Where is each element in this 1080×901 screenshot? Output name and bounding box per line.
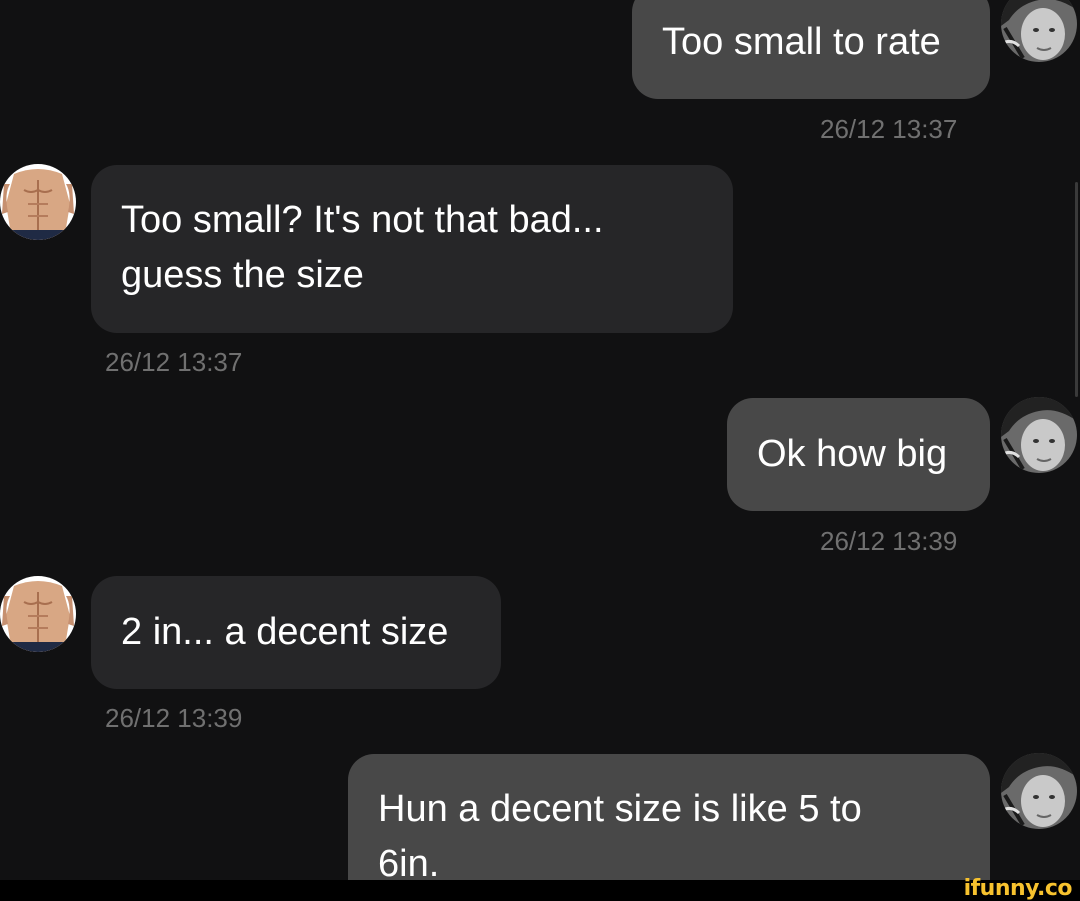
received-message-bubble[interactable]: 2 in... a decent size (91, 576, 501, 689)
received-message-bubble[interactable]: Too small? It's not that bad... guess th… (91, 165, 733, 333)
ifunny-watermark: ifunny.co (963, 876, 1073, 901)
sent-message-bubble[interactable]: Too small to rate (632, 0, 990, 99)
message-timestamp: 26/12 13:39 (820, 526, 958, 556)
message-text-line: 6in. (378, 843, 440, 880)
message-text-line: Hun a decent size is like 5 to (378, 788, 862, 830)
message-text: Ok how big (757, 433, 948, 475)
sent-message-bubble[interactable]: Ok how big (727, 398, 990, 511)
male-torso-avatar-icon[interactable] (0, 164, 76, 240)
message-timestamp: 26/12 13:37 (820, 114, 958, 144)
sent-message-bubble[interactable]: Hun a decent size is like 5 to 6in. (348, 754, 990, 880)
message-text: 2 in... a decent size (121, 611, 449, 653)
female-avatar-icon[interactable] (1001, 397, 1077, 473)
male-torso-avatar-icon[interactable] (0, 576, 76, 652)
message-timestamp: 26/12 13:37 (105, 347, 243, 377)
female-avatar-icon[interactable] (1001, 0, 1077, 62)
message-text: Too small to rate (662, 21, 941, 63)
message-timestamp: 26/12 13:39 (105, 703, 243, 733)
message-text-line: guess the size (121, 254, 364, 296)
chat-thread[interactable]: Too small to rate 26/12 13:37 Too small? (0, 0, 1080, 880)
female-avatar-icon[interactable] (1001, 753, 1077, 829)
watermark-bar (0, 880, 1080, 901)
message-text-line: Too small? It's not that bad... (121, 199, 604, 241)
scroll-indicator[interactable] (1075, 182, 1078, 397)
